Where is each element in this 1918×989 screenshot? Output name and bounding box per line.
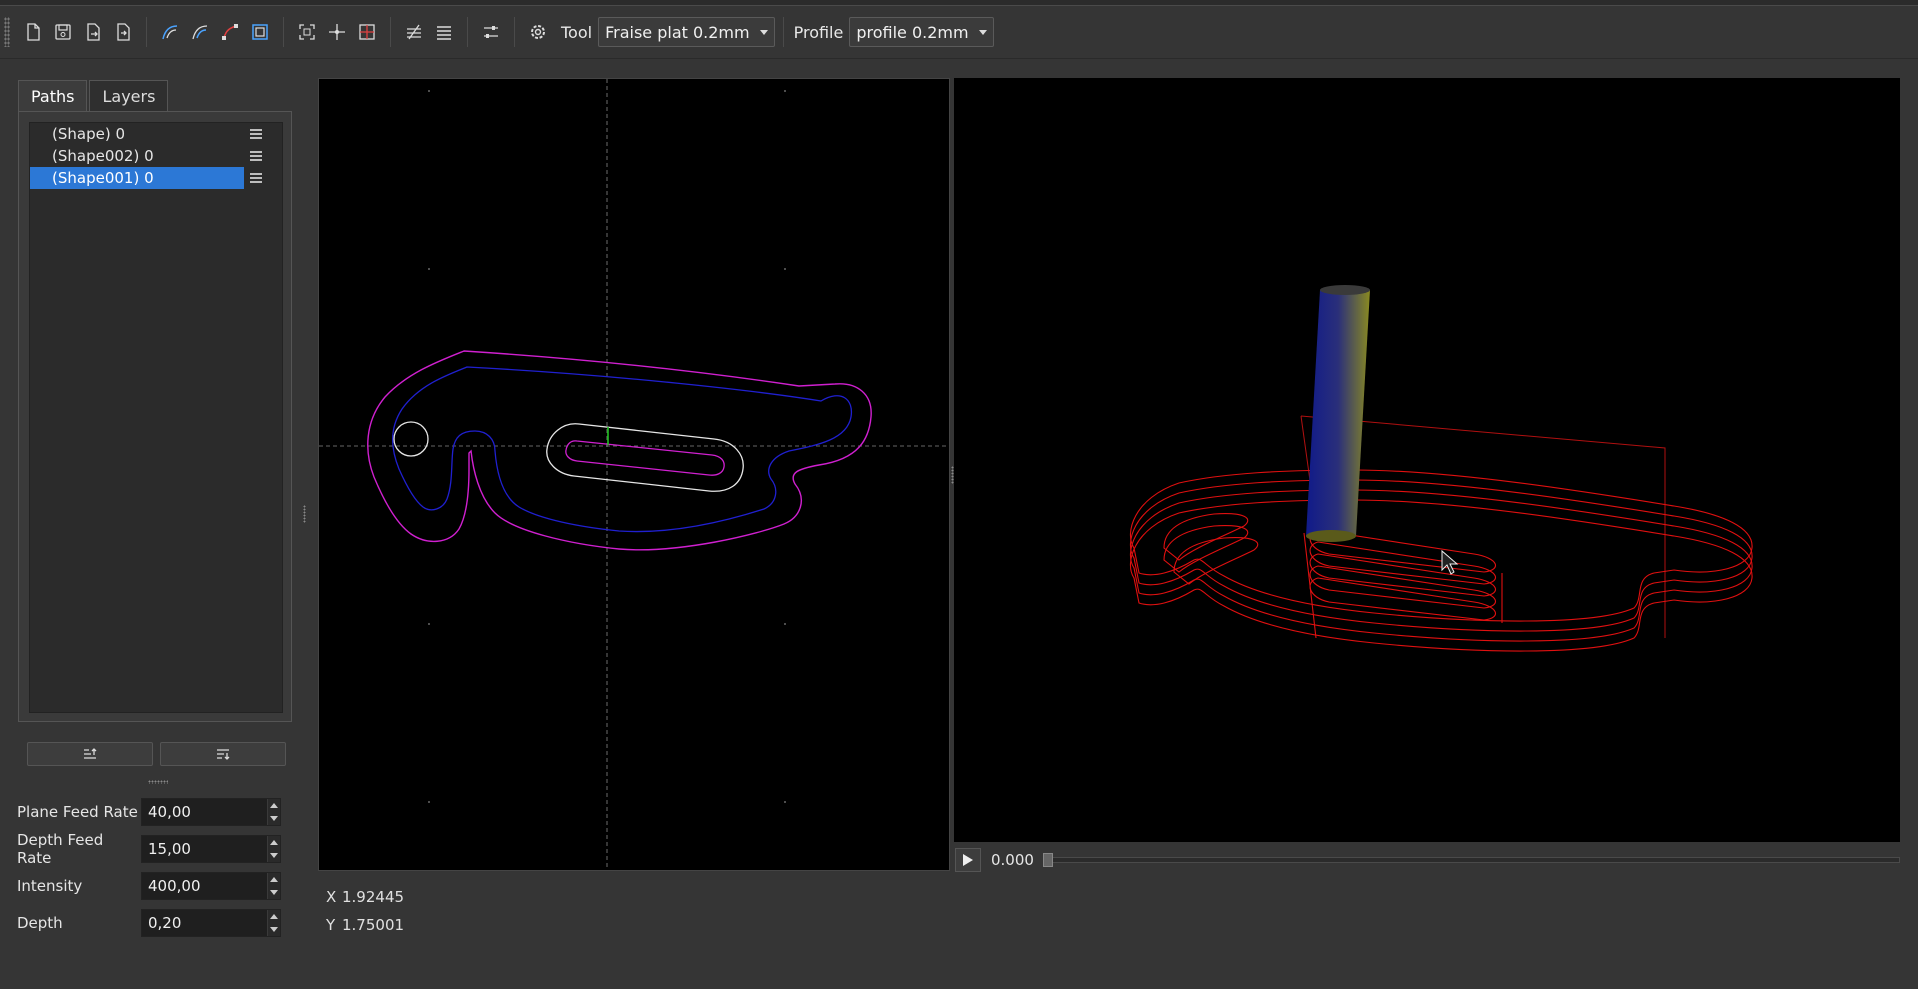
zoom-fit-icon[interactable]: [293, 17, 321, 47]
toolbar-grip[interactable]: [4, 17, 10, 47]
curve-edit-icon[interactable]: [216, 17, 244, 47]
depth-feed-rate-label: Depth Feed Rate: [17, 831, 104, 867]
main-toolbar: Tool Fraise plat 0.2mm Profile profile 0…: [0, 6, 1918, 59]
path-item-label: (Shape002) 0: [52, 147, 154, 165]
profile-label: Profile: [793, 22, 844, 42]
depth-spinbox[interactable]: 0,20: [141, 909, 281, 937]
x-label: X: [326, 888, 337, 906]
toolbar-separator: [782, 17, 784, 47]
settings-gear-icon[interactable]: [524, 17, 552, 47]
move-down-button[interactable]: [160, 742, 286, 766]
slot-outer-path: [546, 423, 744, 492]
center-icon[interactable]: [323, 17, 351, 47]
export-gcode-icon[interactable]: [109, 17, 137, 47]
tool-select[interactable]: Fraise plat 0.2mm: [598, 17, 775, 47]
plane-feed-rate-value: 40,00: [148, 803, 191, 821]
intensity-spinbox[interactable]: 400,00: [141, 872, 281, 900]
intensity-row: Intensity 400,00: [17, 871, 293, 901]
list-item[interactable]: (Shape002) 0: [30, 145, 282, 167]
path-options-icon[interactable]: [244, 128, 268, 140]
tab-paths[interactable]: Paths: [18, 80, 88, 112]
slot-toolpath-layers: [1303, 529, 1503, 639]
pocket-icon[interactable]: [246, 17, 274, 47]
origin-grid-icon[interactable]: [353, 17, 381, 47]
path-list[interactable]: (Shape) 0 (Shape002) 0 (Shape001) 0: [29, 122, 283, 713]
x-value: 1.92445: [342, 888, 405, 906]
paths-tab-panel: (Shape) 0 (Shape002) 0 (Shape001) 0: [18, 111, 292, 722]
toolbar-separator: [467, 17, 468, 47]
path-item-label: (Shape) 0: [52, 125, 125, 143]
move-down-icon: [217, 749, 230, 760]
spin-arrows-icon[interactable]: [267, 910, 280, 936]
panel-splitter-handle[interactable]: [148, 780, 168, 784]
hatch-icon[interactable]: [400, 17, 428, 47]
spin-arrows-icon[interactable]: [267, 799, 280, 825]
y-label: Y: [326, 916, 336, 934]
list-item[interactable]: (Shape001) 0: [30, 167, 282, 189]
panel-tabs: Paths Layers: [18, 80, 170, 112]
simulation-controls: 0.000: [955, 846, 1900, 874]
lines-icon[interactable]: [430, 17, 458, 47]
list-item[interactable]: (Shape) 0: [30, 123, 282, 145]
intensity-value: 400,00: [148, 877, 201, 895]
3d-simulation-view[interactable]: [954, 78, 1900, 842]
path-options-icon[interactable]: [244, 172, 268, 184]
simulation-time: 0.000: [991, 851, 1034, 869]
cursor-y-readout: Y 1.75001: [326, 916, 404, 934]
plane-feed-rate-spinbox[interactable]: 40,00: [141, 798, 281, 826]
inner-contour-path: [392, 366, 853, 533]
toolbar-separator: [514, 17, 515, 47]
mouse-cursor-icon: [1441, 549, 1459, 575]
plane-feed-rate-row: Plane Feed Rate 40,00: [17, 797, 293, 827]
profile-select[interactable]: profile 0.2mm: [849, 17, 994, 47]
slider-handle[interactable]: [1042, 853, 1053, 867]
tool-cylinder: [1306, 285, 1370, 542]
new-file-icon[interactable]: [19, 17, 47, 47]
depth-feed-rate-row: Depth Feed Rate 15,00: [17, 831, 293, 867]
hole-circle: [393, 421, 429, 457]
path-item-label: (Shape001) 0: [30, 167, 244, 189]
move-up-button[interactable]: [27, 742, 153, 766]
toolbar-separator: [390, 17, 391, 47]
left-splitter-handle[interactable]: [303, 505, 306, 523]
tool-select-value: Fraise plat 0.2mm: [605, 22, 750, 42]
path-options-icon[interactable]: [244, 150, 268, 162]
export-icon[interactable]: [79, 17, 107, 47]
offset-inner-icon[interactable]: [186, 17, 214, 47]
save-icon[interactable]: [49, 17, 77, 47]
toolbar-separator: [283, 17, 284, 47]
spin-arrows-icon[interactable]: [267, 836, 280, 862]
2d-drawing: [319, 79, 949, 870]
plane-feed-rate-label: Plane Feed Rate: [17, 803, 138, 821]
chevron-down-icon: [978, 29, 987, 35]
y-value: 1.75001: [342, 916, 405, 934]
play-button[interactable]: [955, 848, 981, 872]
depth-feed-rate-spinbox[interactable]: 15,00: [141, 835, 281, 863]
offset-outer-icon[interactable]: [156, 17, 184, 47]
simulation-slider[interactable]: [1042, 853, 1900, 867]
depth-label: Depth: [17, 914, 63, 932]
outer-contour-path: [367, 350, 872, 551]
adjust-icon[interactable]: [477, 17, 505, 47]
depth-feed-rate-value: 15,00: [148, 840, 191, 858]
play-icon: [963, 854, 973, 866]
cursor-x-readout: X 1.92445: [326, 888, 404, 906]
intensity-label: Intensity: [17, 877, 83, 895]
tab-layers[interactable]: Layers: [89, 80, 169, 111]
chevron-down-icon: [759, 29, 768, 35]
2d-view-canvas[interactable]: [318, 78, 950, 871]
depth-value: 0,20: [148, 914, 182, 932]
toolbar-separator: [146, 17, 147, 47]
depth-row: Depth 0,20: [17, 908, 293, 938]
3d-drawing: [1130, 285, 1753, 652]
profile-select-value: profile 0.2mm: [856, 22, 969, 42]
move-up-icon: [84, 748, 97, 759]
tool-label: Tool: [561, 22, 593, 42]
spin-arrows-icon[interactable]: [267, 873, 280, 899]
